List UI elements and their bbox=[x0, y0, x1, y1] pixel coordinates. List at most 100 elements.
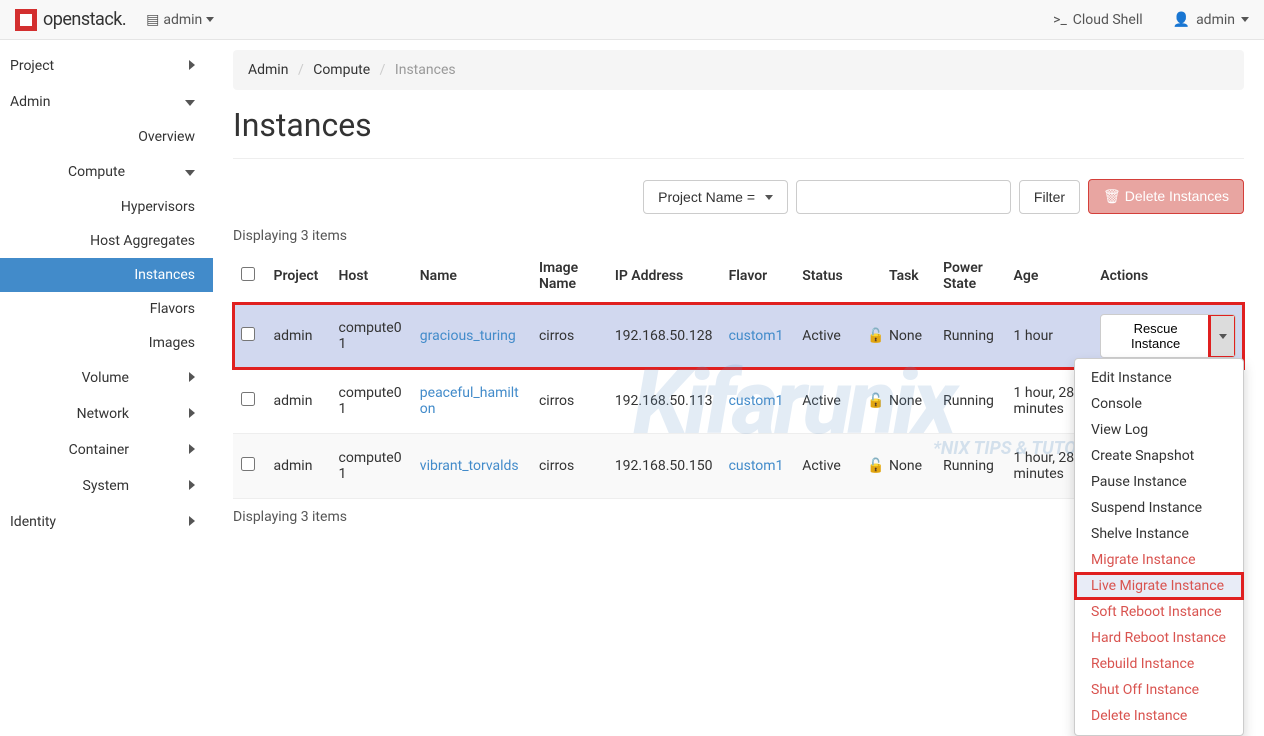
sidebar-label-admin: Admin bbox=[10, 94, 50, 110]
domain-label: admin bbox=[163, 12, 202, 28]
instance-name-link[interactable]: gracious_turing bbox=[420, 328, 516, 344]
menu-console[interactable]: Console bbox=[1075, 391, 1243, 417]
flavor-link[interactable]: custom1 bbox=[729, 458, 784, 474]
sidebar-item-container[interactable]: Container bbox=[0, 432, 213, 468]
unlock-icon: 🔓 bbox=[867, 328, 884, 344]
actions-dropdown-toggle[interactable] bbox=[1210, 315, 1235, 357]
table-toolbar: Project Name = Filter 🗑 Delete Instances bbox=[233, 179, 1244, 214]
caret-down-icon bbox=[765, 195, 773, 200]
menu-shut-off-instance[interactable]: Shut Off Instance bbox=[1075, 677, 1243, 703]
cell-status: Active bbox=[794, 434, 859, 499]
page-title: Instances bbox=[233, 106, 1244, 144]
chevron-right-icon bbox=[189, 515, 195, 530]
sidebar-item-system[interactable]: System bbox=[0, 468, 213, 504]
menu-migrate-instance[interactable]: Migrate Instance bbox=[1075, 547, 1243, 573]
unlock-icon: 🔓 bbox=[867, 458, 884, 474]
sidebar-item-identity[interactable]: Identity bbox=[0, 504, 213, 540]
cell-task: None bbox=[881, 369, 935, 434]
menu-edit-instance[interactable]: Edit Instance bbox=[1075, 365, 1243, 391]
row-checkbox[interactable] bbox=[241, 457, 255, 471]
user-menu[interactable]: 👤 admin bbox=[1173, 12, 1249, 28]
menu-shelve-instance[interactable]: Shelve Instance bbox=[1075, 521, 1243, 547]
menu-soft-reboot-instance[interactable]: Soft Reboot Instance bbox=[1075, 599, 1243, 625]
chevron-right-icon bbox=[189, 443, 195, 458]
cell-task: None bbox=[881, 303, 935, 369]
th-power: Power State bbox=[935, 250, 1005, 303]
filter-input[interactable] bbox=[796, 180, 1011, 214]
breadcrumb-current: Instances bbox=[395, 62, 456, 78]
domain-selector[interactable]: ▤ admin bbox=[146, 12, 214, 28]
sidebar-label-project: Project bbox=[10, 58, 54, 74]
sidebar-item-network[interactable]: Network bbox=[0, 396, 213, 432]
flavor-link[interactable]: custom1 bbox=[729, 393, 784, 409]
th-task: Task bbox=[881, 250, 935, 303]
brand-logo[interactable]: openstack. bbox=[15, 9, 126, 31]
th-name: Name bbox=[412, 250, 531, 303]
menu-rebuild-instance[interactable]: Rebuild Instance bbox=[1075, 651, 1243, 677]
menu-create-snapshot[interactable]: Create Snapshot bbox=[1075, 443, 1243, 469]
cell-project: admin bbox=[266, 303, 331, 369]
th-flavor: Flavor bbox=[721, 250, 795, 303]
cell-image: cirros bbox=[531, 303, 607, 369]
sidebar-item-admin[interactable]: Admin bbox=[0, 84, 213, 120]
flavor-link[interactable]: custom1 bbox=[729, 328, 784, 344]
delete-instances-button[interactable]: 🗑 Delete Instances bbox=[1088, 179, 1244, 214]
domain-icon: ▤ bbox=[146, 12, 159, 28]
filter-button[interactable]: Filter bbox=[1019, 180, 1080, 214]
row-checkbox[interactable] bbox=[241, 327, 255, 341]
cell-host: compute01 bbox=[331, 303, 412, 369]
cell-status: Active bbox=[794, 369, 859, 434]
menu-live-migrate-instance[interactable]: Live Migrate Instance bbox=[1075, 573, 1243, 599]
sidebar-item-images[interactable]: Images bbox=[0, 326, 195, 360]
breadcrumb: Admin / Compute / Instances bbox=[233, 50, 1244, 90]
cell-power: Running bbox=[935, 434, 1005, 499]
rescue-instance-button[interactable]: Rescue Instance bbox=[1101, 315, 1210, 357]
menu-delete-instance[interactable]: Delete Instance bbox=[1075, 703, 1243, 729]
sidebar-item-project[interactable]: Project bbox=[0, 48, 213, 84]
cell-task: None bbox=[881, 434, 935, 499]
breadcrumb-admin[interactable]: Admin bbox=[248, 62, 288, 78]
cell-power: Running bbox=[935, 303, 1005, 369]
menu-hard-reboot-instance[interactable]: Hard Reboot Instance bbox=[1075, 625, 1243, 651]
cell-power: Running bbox=[935, 369, 1005, 434]
cloud-shell-button[interactable]: >_ Cloud Shell bbox=[1053, 12, 1142, 28]
openstack-icon bbox=[15, 9, 37, 31]
filter-field-label: Project Name = bbox=[658, 189, 755, 205]
divider bbox=[233, 158, 1244, 159]
sidebar-item-volume[interactable]: Volume bbox=[0, 360, 213, 396]
breadcrumb-sep: / bbox=[374, 62, 392, 78]
menu-suspend-instance[interactable]: Suspend Instance bbox=[1075, 495, 1243, 521]
sidebar-item-host-aggregates[interactable]: Host Aggregates bbox=[0, 224, 195, 258]
chevron-right-icon bbox=[189, 371, 195, 386]
sidebar-label-network: Network bbox=[77, 406, 129, 422]
select-all-checkbox[interactable] bbox=[241, 267, 255, 281]
displaying-count-top: Displaying 3 items bbox=[233, 228, 1244, 244]
sidebar-item-hypervisors[interactable]: Hypervisors bbox=[0, 190, 195, 224]
chevron-right-icon bbox=[189, 407, 195, 422]
sidebar-item-instances[interactable]: Instances bbox=[0, 258, 213, 292]
cell-host: compute01 bbox=[331, 369, 412, 434]
menu-pause-instance[interactable]: Pause Instance bbox=[1075, 469, 1243, 495]
cell-ip: 192.168.50.128 bbox=[607, 303, 721, 369]
instance-name-link[interactable]: peaceful_hamilton bbox=[420, 385, 519, 417]
table-header-row: Project Host Name Image Name IP Address … bbox=[233, 250, 1244, 303]
cell-project: admin bbox=[266, 369, 331, 434]
chevron-right-icon bbox=[189, 59, 195, 74]
sidebar-item-compute[interactable]: Compute bbox=[0, 154, 213, 190]
caret-down-icon bbox=[1219, 334, 1227, 339]
row-checkbox[interactable] bbox=[241, 392, 255, 406]
instance-name-link[interactable]: vibrant_torvalds bbox=[420, 458, 519, 474]
filter-field-dropdown[interactable]: Project Name = bbox=[643, 180, 788, 214]
cell-image: cirros bbox=[531, 434, 607, 499]
cell-image: cirros bbox=[531, 369, 607, 434]
chevron-down-icon bbox=[185, 165, 195, 180]
caret-down-icon bbox=[206, 17, 214, 22]
topbar: openstack. ▤ admin >_ Cloud Shell 👤 admi… bbox=[0, 0, 1264, 40]
breadcrumb-compute[interactable]: Compute bbox=[313, 62, 370, 78]
menu-view-log[interactable]: View Log bbox=[1075, 417, 1243, 443]
sidebar-item-flavors[interactable]: Flavors bbox=[0, 292, 195, 326]
sidebar-item-overview[interactable]: Overview bbox=[0, 120, 195, 154]
sidebar-label-volume: Volume bbox=[82, 370, 129, 386]
user-label: admin bbox=[1196, 12, 1235, 28]
user-icon: 👤 bbox=[1173, 12, 1190, 28]
